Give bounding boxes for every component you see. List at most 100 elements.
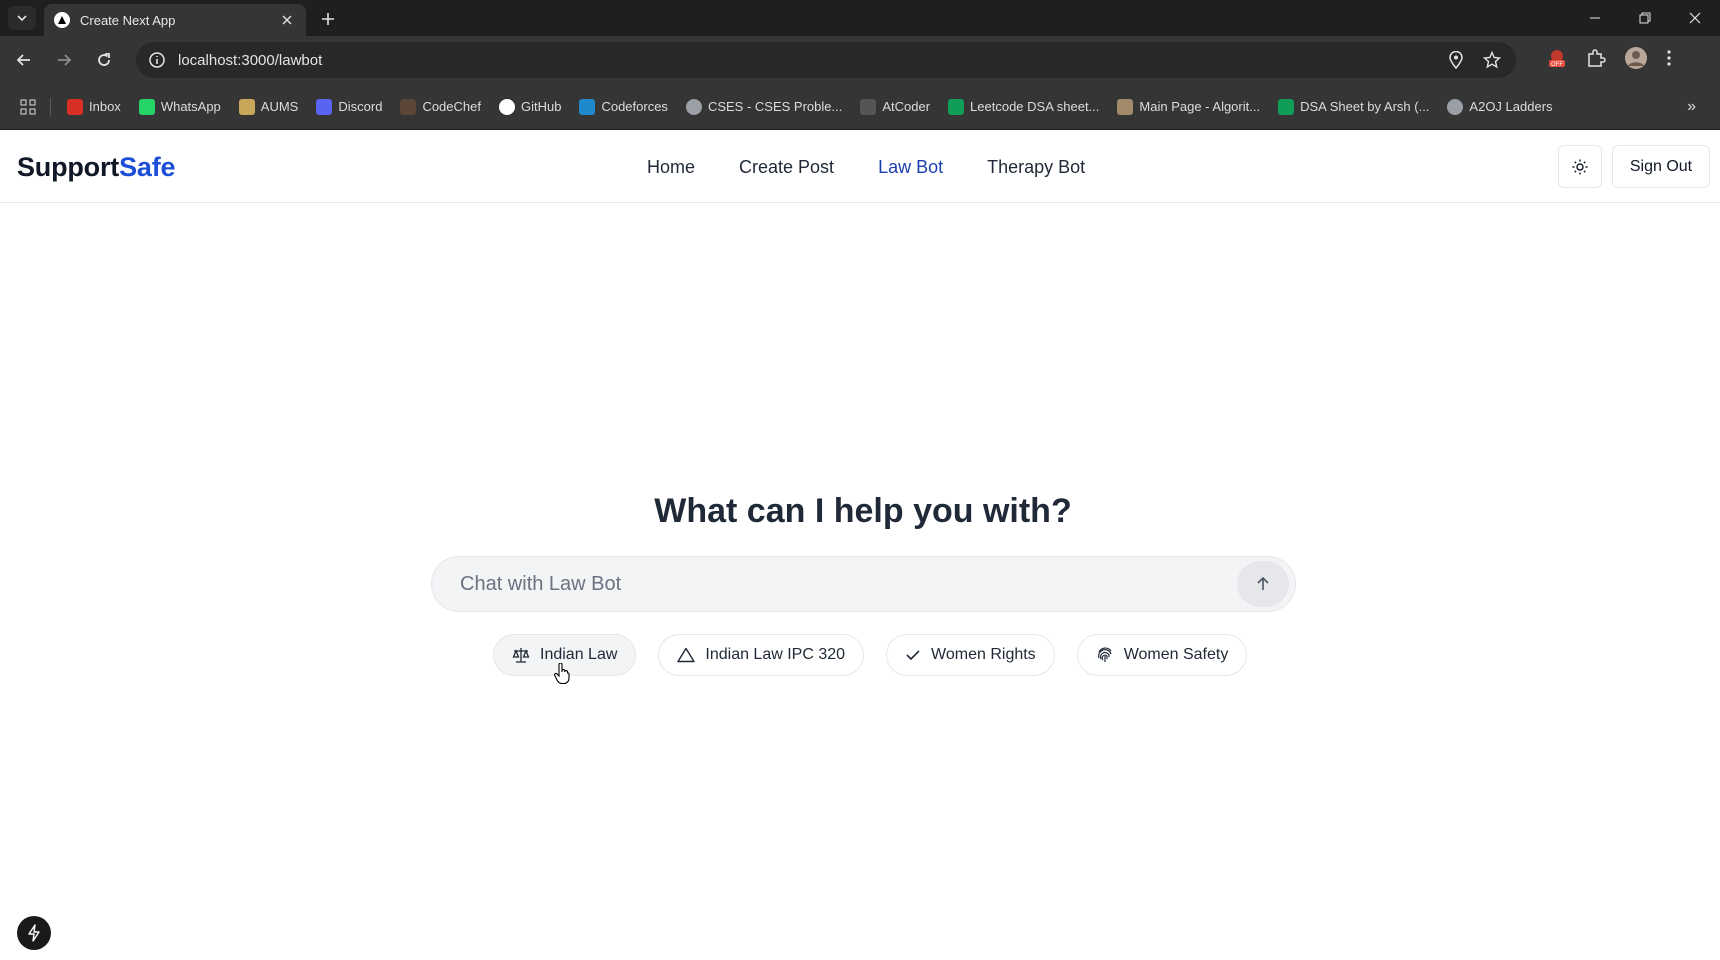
- sheets-icon: [1278, 98, 1295, 115]
- globe-icon: [1447, 98, 1464, 115]
- restore-window-button[interactable]: [1620, 0, 1670, 36]
- nav-therapy-bot[interactable]: Therapy Bot: [987, 157, 1085, 178]
- aums-icon: [238, 98, 255, 115]
- minimize-icon: [1590, 17, 1600, 19]
- nav-create-post[interactable]: Create Post: [739, 157, 834, 178]
- bookmark-label: Inbox: [89, 99, 121, 114]
- profile-avatar-icon[interactable]: [1624, 46, 1648, 75]
- location-icon[interactable]: [1444, 48, 1468, 72]
- bookmark-label: AUMS: [260, 99, 299, 114]
- forward-button[interactable]: [52, 48, 76, 72]
- extension-off-icon[interactable]: OFF: [1546, 48, 1568, 73]
- bookmark-item[interactable]: Main Page - Algorit...: [1117, 98, 1261, 115]
- bookmark-label: Leetcode DSA sheet...: [970, 99, 1100, 114]
- fingerprint-icon: [1097, 647, 1112, 662]
- bookmark-label: WhatsApp: [160, 99, 221, 114]
- browser-tab[interactable]: Create Next App: [44, 4, 306, 36]
- bookmark-item[interactable]: WhatsApp: [138, 98, 221, 115]
- chevron-down-icon: [17, 15, 27, 22]
- sun-icon: [1572, 159, 1588, 174]
- theme-toggle-button[interactable]: [1558, 145, 1602, 188]
- chat-composer: [431, 556, 1296, 612]
- bookmark-label: AtCoder: [882, 99, 931, 114]
- suggestion-chips: Indian Law Indian Law IPC 320 Women Righ…: [493, 634, 1248, 676]
- bookmark-item[interactable]: DSA Sheet by Arsh (...: [1278, 98, 1430, 115]
- page-heading: What can I help you with?: [654, 492, 1072, 530]
- bookmark-item[interactable]: Codeforces: [579, 98, 668, 115]
- bookmark-label: GitHub: [520, 99, 562, 114]
- back-button[interactable]: [12, 48, 36, 72]
- close-window-button[interactable]: [1670, 0, 1720, 36]
- chat-input[interactable]: [460, 572, 1237, 596]
- bookmark-label: Main Page - Algorit...: [1139, 99, 1261, 114]
- bookmark-item[interactable]: A2OJ Ladders: [1447, 98, 1553, 115]
- url-text[interactable]: localhost:3000/lawbot: [178, 52, 1432, 69]
- more-bookmarks-icon[interactable]: »: [1687, 98, 1696, 116]
- bookmark-item[interactable]: CodeChef: [400, 98, 481, 115]
- suggestion-women-rights[interactable]: Women Rights: [886, 634, 1055, 676]
- send-button[interactable]: [1237, 561, 1289, 607]
- browser-toolbar: localhost:3000/lawbot OFF: [0, 36, 1720, 84]
- arrow-left-icon: [16, 54, 30, 66]
- bookmark-label: A2OJ Ladders: [1469, 99, 1553, 114]
- minimize-window-button[interactable]: [1570, 0, 1620, 36]
- codechef-icon: [400, 98, 417, 115]
- codeforces-icon: [579, 98, 596, 115]
- site-info-icon[interactable]: [148, 51, 166, 69]
- extensions-puzzle-icon[interactable]: [1586, 48, 1606, 73]
- app-page: SupportSafe Home Create Post Law Bot The…: [0, 130, 1720, 960]
- arrow-up-icon: [1257, 576, 1269, 590]
- restore-icon: [1639, 12, 1651, 24]
- address-bar[interactable]: localhost:3000/lawbot: [136, 42, 1516, 78]
- brand-accent: Safe: [119, 152, 176, 182]
- atcoder-icon: [860, 98, 877, 115]
- bookmark-label: DSA Sheet by Arsh (...: [1300, 99, 1430, 114]
- bookmark-item[interactable]: AtCoder: [860, 98, 931, 115]
- suggestion-label: Indian Law: [540, 646, 618, 663]
- gmail-icon: [67, 98, 83, 115]
- suggestion-label: Indian Law IPC 320: [705, 646, 846, 663]
- whatsapp-icon: [138, 98, 155, 115]
- bookmark-item[interactable]: Leetcode DSA sheet...: [948, 98, 1100, 115]
- sign-out-button[interactable]: Sign Out: [1612, 145, 1710, 188]
- browser-menu-icon[interactable]: [1666, 49, 1672, 72]
- reload-icon: [98, 53, 110, 66]
- tab-search-button[interactable]: [8, 6, 36, 30]
- suggestion-women-safety[interactable]: Women Safety: [1076, 634, 1248, 676]
- bookmark-label: Codeforces: [601, 99, 668, 114]
- hand-cursor-icon: [554, 663, 570, 685]
- bookmark-item[interactable]: Discord: [316, 98, 382, 115]
- bookmark-label: CodeChef: [422, 99, 481, 114]
- suggestion-indian-law-ipc-320[interactable]: Indian Law IPC 320: [658, 634, 865, 676]
- arrow-right-icon: [58, 54, 72, 66]
- check-icon: [906, 650, 920, 661]
- bookmarks-separator: [50, 97, 51, 116]
- suggestion-label: Women Safety: [1123, 646, 1229, 663]
- tab-title: Create Next App: [80, 12, 176, 28]
- nextjs-devtools-button[interactable]: [17, 916, 51, 950]
- sheets-icon: [948, 98, 965, 115]
- brand-logo[interactable]: SupportSafe: [17, 152, 176, 183]
- apps-grid-icon[interactable]: [18, 97, 38, 117]
- site-header: SupportSafe Home Create Post Law Bot The…: [0, 130, 1720, 203]
- svg-text:OFF: OFF: [1551, 62, 1563, 68]
- nav-home[interactable]: Home: [647, 157, 695, 178]
- bookmark-label: CSES - CSES Proble...: [707, 99, 843, 114]
- bookmark-item[interactable]: AUMS: [238, 98, 299, 115]
- nav-law-bot[interactable]: Law Bot: [878, 157, 943, 178]
- bookmark-item[interactable]: Inbox: [67, 98, 121, 115]
- suggestion-label: Women Rights: [931, 646, 1036, 663]
- new-tab-button[interactable]: [316, 8, 340, 30]
- bookmark-item[interactable]: GitHub: [498, 98, 562, 115]
- bookmark-item[interactable]: CSES - CSES Proble...: [685, 98, 843, 115]
- browser-tab-strip: Create Next App: [0, 0, 1720, 36]
- bookmark-star-icon[interactable]: [1480, 48, 1504, 72]
- close-icon: [1689, 12, 1701, 24]
- github-icon: [498, 98, 515, 115]
- close-tab-icon[interactable]: [278, 11, 296, 29]
- globe-icon: [685, 98, 702, 115]
- plus-icon: [322, 13, 334, 25]
- reload-button[interactable]: [92, 48, 116, 72]
- triangle-icon: [677, 647, 696, 663]
- bookmarks-bar: Inbox WhatsApp AUMS Discord CodeChef GitHub Co…: [0, 84, 1720, 130]
